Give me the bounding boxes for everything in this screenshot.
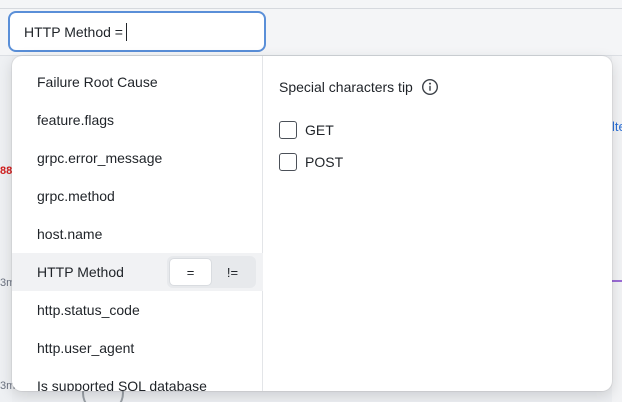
- operator-equals-button[interactable]: =: [170, 259, 211, 285]
- field-item-http-status-code[interactable]: http.status_code: [12, 291, 263, 329]
- background-error-count: 88: [0, 165, 13, 177]
- field-item-host-name[interactable]: host.name: [12, 215, 263, 253]
- field-item-label: Failure Root Cause: [37, 74, 158, 90]
- value-option-get[interactable]: GET: [279, 121, 334, 139]
- field-item-label: feature.flags: [37, 112, 115, 128]
- background-divider: [0, 8, 622, 9]
- field-item-label: http.user_agent: [37, 340, 135, 356]
- background-right-strip: [612, 56, 622, 402]
- field-item-label: grpc.error_message: [37, 150, 163, 166]
- field-item-label: Is supported SQL database: [37, 378, 207, 391]
- info-icon[interactable]: [421, 78, 439, 96]
- field-item-label: host.name: [37, 226, 103, 242]
- value-option-label: GET: [305, 122, 334, 138]
- field-item-label: grpc.method: [37, 188, 115, 204]
- special-characters-tip: Special characters tip: [279, 78, 439, 96]
- field-item-feature-flags[interactable]: feature.flags: [12, 101, 263, 139]
- checkbox[interactable]: [279, 153, 297, 171]
- value-option-label: POST: [305, 154, 344, 170]
- field-item-grpc-method[interactable]: grpc.method: [12, 177, 263, 215]
- text-cursor: [125, 22, 127, 41]
- field-list: Failure Root Cause feature.flags grpc.er…: [12, 56, 263, 391]
- value-option-post[interactable]: POST: [279, 153, 343, 171]
- background-left-strip: [0, 56, 12, 402]
- field-item-label: HTTP Method: [37, 264, 124, 280]
- filter-autocomplete-popup: Failure Root Cause feature.flags grpc.er…: [12, 56, 612, 391]
- operator-toggle: = !=: [167, 256, 256, 288]
- field-item-http-method[interactable]: HTTP Method = !=: [12, 253, 263, 291]
- field-item-grpc-error-message[interactable]: grpc.error_message: [12, 139, 263, 177]
- field-item-failure-root-cause[interactable]: Failure Root Cause: [12, 63, 263, 101]
- field-item-http-user-agent[interactable]: http.user_agent: [12, 329, 263, 367]
- field-item-label: http.status_code: [37, 302, 140, 318]
- operator-not-equals-button[interactable]: !=: [212, 259, 253, 285]
- checkbox[interactable]: [279, 121, 297, 139]
- background-sparkline: [612, 280, 622, 288]
- tip-label: Special characters tip: [279, 79, 413, 95]
- field-item-is-supported-sql-database[interactable]: Is supported SQL database: [12, 367, 263, 391]
- value-panel: Special characters tip GET POST: [264, 56, 612, 391]
- filter-query-text: HTTP Method =: [24, 23, 123, 40]
- background-link[interactable]: lte: [612, 119, 622, 134]
- filter-search-input[interactable]: HTTP Method =: [8, 11, 266, 52]
